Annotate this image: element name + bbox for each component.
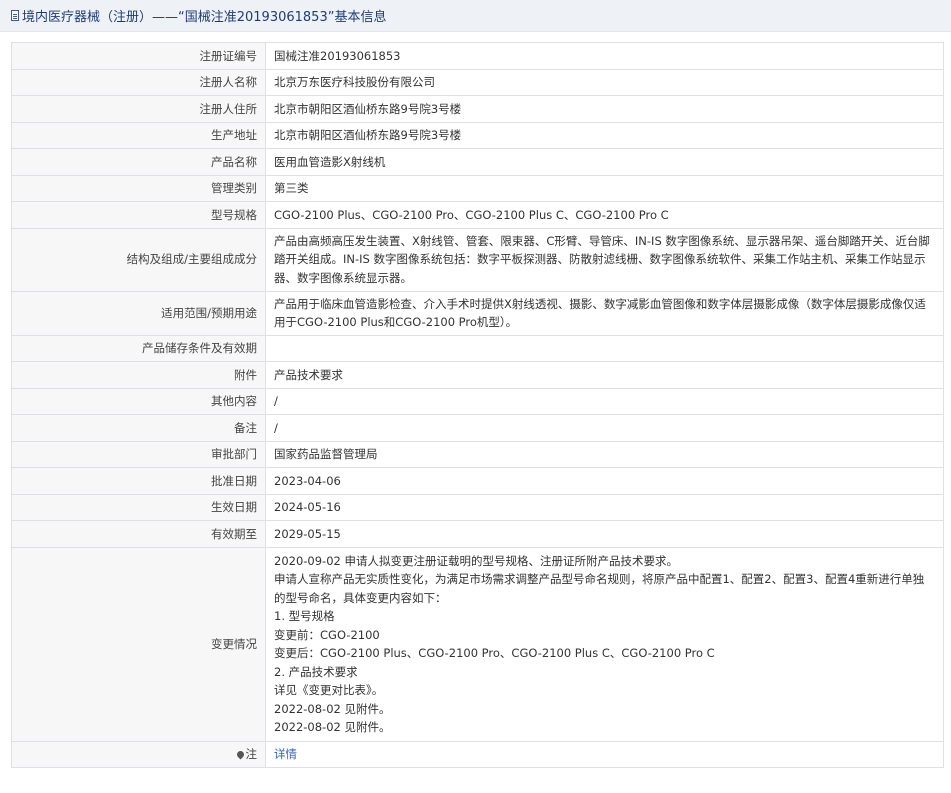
page-header: 境内医疗器械（注册）——“国械注准20193061853”基本信息	[0, 0, 951, 32]
row-value-structure: 产品由高频高压发生装置、X射线管、管套、限束器、C形臂、导管床、IN-IS 数字…	[265, 227, 944, 292]
change-line: 申请人宣称产品无实质性变化，为满足市场需求调整产品型号命名规则，将原产品中配置1…	[274, 572, 925, 605]
row-value-expiry-date: 2029-05-15	[265, 520, 944, 548]
row-value-storage	[265, 334, 944, 362]
change-line: 2. 产品技术要求	[274, 664, 358, 679]
row-value-note: 详情	[265, 740, 944, 768]
change-line: 变更后：CGO-2100 Plus、CGO-2100 Pro、CGO-2100 …	[274, 646, 715, 660]
row-value-changes: 2020-09-02 申请人拟变更注册证载明的型号规格、注册证所附产品技术要求。…	[265, 546, 944, 742]
table-row: 注 详情	[11, 740, 944, 768]
table-row: 附件 产品技术要求	[11, 361, 944, 389]
row-label-model-spec: 型号规格	[11, 201, 266, 229]
row-label-expiry-date: 有效期至	[11, 520, 266, 548]
change-line: 变更前：CGO-2100	[274, 627, 380, 642]
row-label-management-class: 管理类别	[11, 174, 266, 202]
page-title: 境内医疗器械（注册）——“国械注准20193061853”基本信息	[22, 10, 387, 25]
row-value-model-spec: CGO-2100 Plus、CGO-2100 Pro、CGO-2100 Plus…	[265, 201, 944, 229]
table-row: 生产地址 北京市朝阳区酒仙桥东路9号院3号楼	[11, 121, 944, 149]
row-value-effective-date: 2024-05-16	[265, 493, 944, 521]
table-row: 其他内容 /	[11, 387, 944, 415]
row-label-storage: 产品储存条件及有效期	[11, 334, 266, 362]
table-row: 有效期至 2029-05-15	[11, 520, 944, 548]
row-label-registrant: 注册人名称	[11, 68, 266, 96]
table-row: 批准日期 2023-04-06	[11, 467, 944, 495]
row-value-intended-use: 产品用于临床血管造影检查、介入手术时提供X射线透视、摄影、数字减影血管图像和数字…	[265, 290, 944, 336]
row-value-other: /	[265, 387, 944, 415]
note-label: 注	[245, 747, 258, 761]
table-row: 变更情况 2020-09-02 申请人拟变更注册证载明的型号规格、注册证所附产品…	[11, 546, 944, 742]
row-label-product-name: 产品名称	[11, 148, 266, 176]
row-label-changes: 变更情况	[11, 546, 266, 742]
row-value-residence: 北京市朝阳区酒仙桥东路9号院3号楼	[265, 95, 944, 123]
table-row: 注册证编号 国械注准20193061853	[11, 42, 944, 70]
row-value-reg-no: 国械注准20193061853	[265, 42, 944, 70]
table-row: 型号规格 CGO-2100 Plus、CGO-2100 Pro、CGO-2100…	[11, 201, 944, 229]
table-row: 管理类别 第三类	[11, 174, 944, 202]
row-value-product-name: 医用血管造影X射线机	[265, 148, 944, 176]
row-label-production-address: 生产地址	[11, 121, 266, 149]
details-link[interactable]: 详情	[274, 747, 297, 761]
row-label-attachment: 附件	[11, 361, 266, 389]
row-value-approval-dept: 国家药品监督管理局	[265, 440, 944, 468]
table-row: 产品名称 医用血管造影X射线机	[11, 148, 944, 176]
row-label-approval-date: 批准日期	[11, 467, 266, 495]
row-label-structure: 结构及组成/主要组成成分	[11, 227, 266, 292]
pin-icon	[235, 749, 245, 760]
table-row: 审批部门 国家药品监督管理局	[11, 440, 944, 468]
row-label-remark: 备注	[11, 414, 266, 442]
table-row: 产品储存条件及有效期	[11, 334, 944, 362]
row-label-intended-use: 适用范围/预期用途	[11, 290, 266, 336]
change-line: 1. 型号规格	[274, 609, 335, 623]
table-row: 结构及组成/主要组成成分 产品由高频高压发生装置、X射线管、管套、限束器、C形臂…	[11, 227, 944, 292]
change-line: 2020-09-02 申请人拟变更注册证载明的型号规格、注册证所附产品技术要求。	[274, 553, 678, 568]
row-value-management-class: 第三类	[265, 174, 944, 202]
row-value-registrant: 北京万东医疗科技股份有限公司	[265, 68, 944, 96]
row-value-approval-date: 2023-04-06	[265, 467, 944, 495]
row-label-residence: 注册人住所	[11, 95, 266, 123]
change-line: 2022-08-02 见附件。	[274, 720, 391, 734]
row-label-effective-date: 生效日期	[11, 493, 266, 521]
row-label-note: 注	[11, 740, 266, 768]
row-label-reg-no: 注册证编号	[11, 42, 266, 70]
change-line: 2022-08-02 见附件。	[274, 701, 391, 716]
table-row: 适用范围/预期用途 产品用于临床血管造影检查、介入手术时提供X射线透视、摄影、数…	[11, 290, 944, 336]
change-line: 详见《变更对比表》。	[274, 683, 384, 697]
row-value-remark: /	[265, 414, 944, 442]
row-label-other: 其他内容	[11, 387, 266, 415]
document-icon	[11, 10, 19, 21]
info-table: 注册证编号 国械注准20193061853 注册人名称 北京万东医疗科技股份有限…	[11, 42, 944, 768]
row-label-approval-dept: 审批部门	[11, 440, 266, 468]
table-row: 注册人名称 北京万东医疗科技股份有限公司	[11, 68, 944, 96]
row-value-attachment: 产品技术要求	[265, 361, 944, 389]
table-row: 生效日期 2024-05-16	[11, 493, 944, 521]
table-row: 备注 /	[11, 414, 944, 442]
row-value-production-address: 北京市朝阳区酒仙桥东路9号院3号楼	[265, 121, 944, 149]
table-row: 注册人住所 北京市朝阳区酒仙桥东路9号院3号楼	[11, 95, 944, 123]
